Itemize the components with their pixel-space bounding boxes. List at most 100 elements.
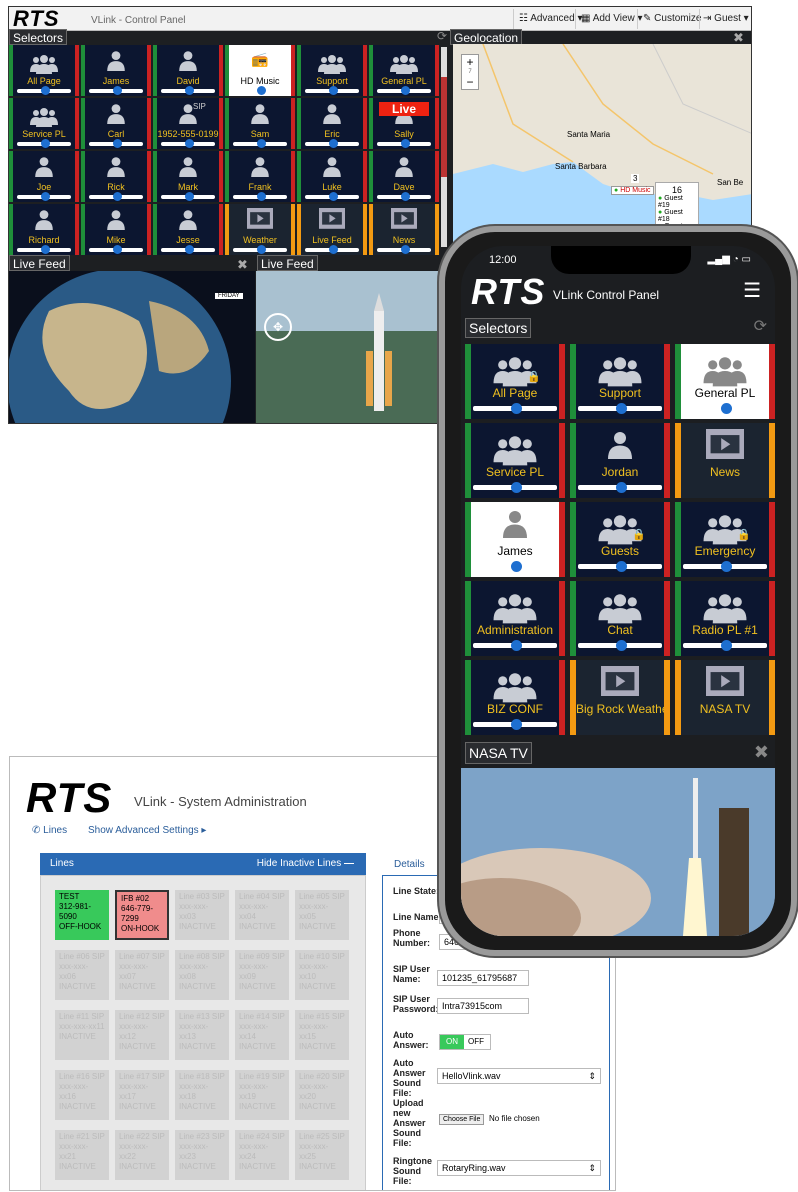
line-cell[interactable]: Line #24 SIP xxx-xxx- xx24 INACTIVE (235, 1130, 289, 1180)
volume-knob[interactable] (185, 86, 194, 95)
phone-selector-tile[interactable]: James (465, 502, 565, 577)
auto-answer-toggle[interactable]: ON OFF (439, 1034, 491, 1050)
volume-knob[interactable] (616, 640, 627, 651)
map-marker[interactable]: ● HD Music (611, 186, 654, 195)
guest-menu-button[interactable]: ⇥ Guest ▾ (703, 12, 749, 26)
phone-selector-tile[interactable]: 🔒 Guests (570, 502, 670, 577)
line-cell[interactable]: Line #25 SIP xxx-xxx-xx25 INACTIVE (295, 1130, 349, 1180)
selector-tile[interactable]: Weather (225, 204, 295, 255)
selectors-scrollbar[interactable] (441, 47, 447, 247)
volume-knob[interactable] (41, 139, 50, 148)
volume-knob[interactable] (257, 192, 266, 201)
volume-knob[interactable] (113, 86, 122, 95)
line-cell[interactable]: Line #07 SIP xxx-xxx-xx07 INACTIVE (115, 950, 169, 1000)
sip-user-field[interactable]: 101235_61795687 (437, 970, 529, 986)
line-cell[interactable]: Line #21 SIP xxx-xxx-xx21 INACTIVE (55, 1130, 109, 1180)
selector-tile[interactable]: General PL (369, 45, 439, 96)
show-advanced-link[interactable]: Show Advanced Settings ▸ (88, 825, 206, 836)
line-cell[interactable]: IFB #02 646-779- 7299 ON-HOOK (115, 890, 169, 940)
selector-tile[interactable]: Eric (297, 98, 367, 149)
pan-control-icon[interactable]: ✥ (264, 313, 292, 341)
selector-tile[interactable]: Service PL (9, 98, 79, 149)
line-cell[interactable]: Line #08 SIP xxx-xxx- xx08 INACTIVE (175, 950, 229, 1000)
line-cell[interactable]: Line #10 SIP xxx-xxx-xx10 INACTIVE (295, 950, 349, 1000)
phone-selector-tile[interactable]: Chat (570, 581, 670, 656)
advanced-menu-button[interactable]: ☷ Advanced ▾ (519, 12, 583, 26)
refresh-icon[interactable]: ⟳ (754, 316, 767, 336)
phone-selector-tile[interactable]: 🔒 Emergency (675, 502, 775, 577)
phone-selector-tile[interactable]: 🔒 All Page (465, 344, 565, 419)
guest-item[interactable]: ● Guest #19 (658, 195, 696, 209)
volume-knob[interactable] (616, 403, 627, 414)
volume-knob[interactable] (185, 139, 194, 148)
phone-selector-tile[interactable]: Service PL (465, 423, 565, 498)
line-cell[interactable]: Line #23 SIP xxx-xxx- xx23 INACTIVE (175, 1130, 229, 1180)
tab-details[interactable]: Details (394, 859, 425, 870)
volume-knob[interactable] (616, 482, 627, 493)
zoom-out-button[interactable]: − (462, 75, 478, 89)
line-cell[interactable]: Line #19 SIP xxx-xxx- xx19 INACTIVE (235, 1070, 289, 1120)
guest-item[interactable]: ● Guest #18 (658, 209, 696, 223)
line-cell[interactable]: Line #04 SIP xxx-xxx- xx04 INACTIVE (235, 890, 289, 940)
phone-selector-tile[interactable]: Administration (465, 581, 565, 656)
selector-tile[interactable]: Mark (153, 151, 223, 202)
line-cell[interactable]: Line #12 SIP xxx-xxx-xx12 INACTIVE (115, 1010, 169, 1060)
ringtone-select[interactable]: RotaryRing.wav ⇕ (437, 1160, 601, 1176)
line-cell[interactable]: Line #14 SIP xxx-xxx- xx14 INACTIVE (235, 1010, 289, 1060)
volume-knob[interactable] (401, 139, 410, 148)
selector-tile[interactable]: News (369, 204, 439, 255)
line-cell[interactable]: Line #22 SIP xxx-xxx-xx22 INACTIVE (115, 1130, 169, 1180)
line-cell[interactable]: Line #16 SIP xxx-xxx-xx16 INACTIVE (55, 1070, 109, 1120)
phone-selector-tile[interactable]: General PL (675, 344, 775, 419)
selector-tile[interactable]: Dave (369, 151, 439, 202)
selector-tile[interactable]: Sam (225, 98, 295, 149)
phone-selector-tile[interactable]: NASA TV (675, 660, 775, 735)
selector-tile[interactable]: SIP 1952-555-0199 (153, 98, 223, 149)
sip-password-field[interactable]: Intra73915com (437, 998, 529, 1014)
line-cell[interactable]: Line #05 SIP xxx-xxx-xx05 INACTIVE (295, 890, 349, 940)
line-cell[interactable]: Line #17 SIP xxx-xxx-xx17 INACTIVE (115, 1070, 169, 1120)
volume-knob[interactable] (511, 403, 522, 414)
selector-tile[interactable]: David (153, 45, 223, 96)
volume-knob[interactable] (721, 403, 732, 414)
volume-knob[interactable] (257, 86, 266, 95)
live-feed-video[interactable]: FRIDAY (9, 269, 255, 423)
phone-selector-tile[interactable]: BIZ CONF (465, 660, 565, 735)
selector-tile[interactable]: Live Feed (297, 204, 367, 255)
line-cell[interactable]: Line #11 SIP xxx-xxx-xx11 INACTIVE (55, 1010, 109, 1060)
nasa-feed-video[interactable] (461, 768, 775, 936)
volume-knob[interactable] (616, 561, 627, 572)
volume-knob[interactable] (41, 192, 50, 201)
phone-selector-tile[interactable]: Jordan (570, 423, 670, 498)
volume-knob[interactable] (113, 192, 122, 201)
add-view-button[interactable]: ▦ Add View ▾ (581, 12, 643, 26)
selector-tile[interactable]: James (81, 45, 151, 96)
volume-knob[interactable] (113, 139, 122, 148)
volume-knob[interactable] (721, 640, 732, 651)
selector-tile[interactable]: Frank (225, 151, 295, 202)
choose-file-button[interactable]: Choose File (439, 1114, 485, 1125)
volume-knob[interactable] (511, 640, 522, 651)
line-cell[interactable]: Line #15 SIP xxx-xxx-xx15 INACTIVE (295, 1010, 349, 1060)
phone-selector-tile[interactable]: Support (570, 344, 670, 419)
volume-knob[interactable] (113, 245, 122, 254)
line-cell[interactable]: Line #06 SIP xxx-xxx-xx06 INACTIVE (55, 950, 109, 1000)
line-cell[interactable]: Line #18 SIP xxx-xxx- xx18 INACTIVE (175, 1070, 229, 1120)
volume-knob[interactable] (329, 139, 338, 148)
volume-knob[interactable] (511, 561, 522, 572)
volume-knob[interactable] (511, 719, 522, 730)
volume-knob[interactable] (329, 245, 338, 254)
volume-knob[interactable] (41, 245, 50, 254)
selector-tile[interactable]: Support (297, 45, 367, 96)
line-cell[interactable]: Line #03 SIP xxx-xxx- xx03 INACTIVE (175, 890, 229, 940)
volume-knob[interactable] (185, 245, 194, 254)
phone-selector-tile[interactable]: Radio PL #1 (675, 581, 775, 656)
selector-tile[interactable]: Mike (81, 204, 151, 255)
volume-knob[interactable] (401, 192, 410, 201)
line-cell[interactable]: TEST 312-981- 5090 OFF-HOOK (55, 890, 109, 940)
selector-tile[interactable]: Luke (297, 151, 367, 202)
selector-tile[interactable]: Joe (9, 151, 79, 202)
volume-knob[interactable] (257, 139, 266, 148)
line-cell[interactable]: Line #20 SIP xxx-xxx-xx20 INACTIVE (295, 1070, 349, 1120)
line-cell[interactable]: Line #09 SIP xxx-xxx- xx09 INACTIVE (235, 950, 289, 1000)
